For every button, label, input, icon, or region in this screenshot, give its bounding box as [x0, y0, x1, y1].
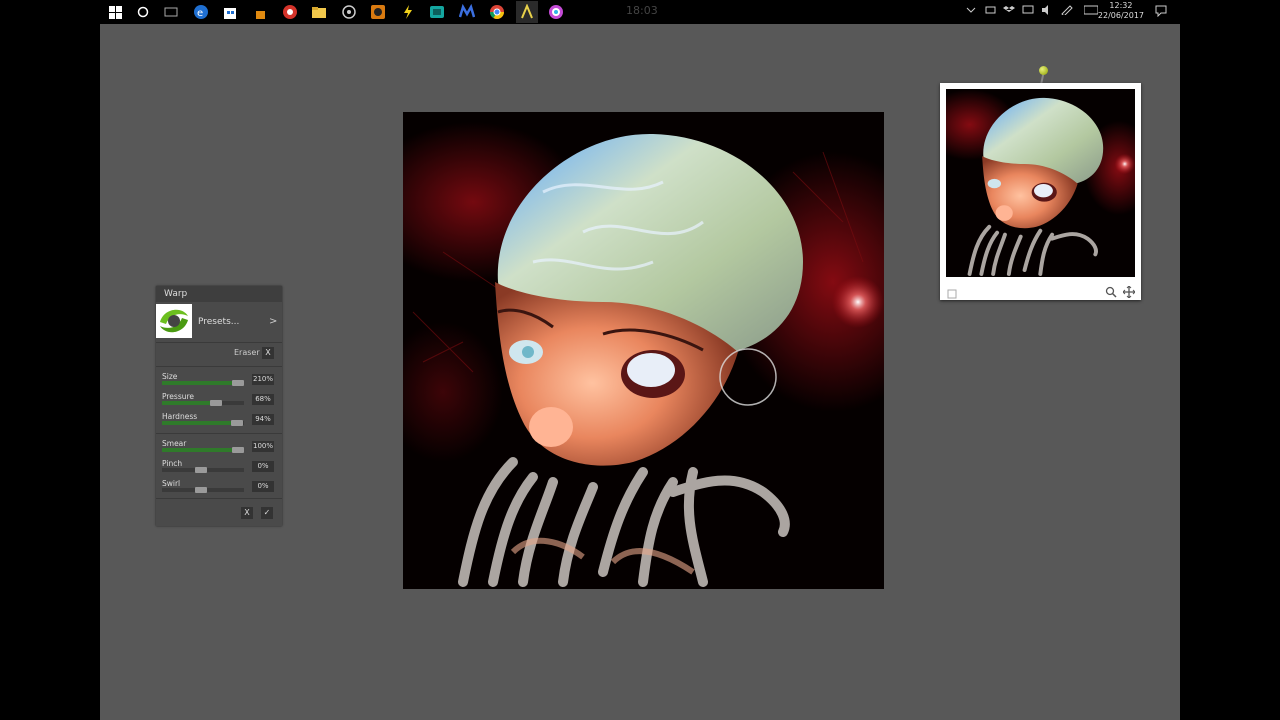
- notifications-icon[interactable]: [1155, 5, 1167, 20]
- cortana-icon[interactable]: [134, 3, 152, 21]
- slider-value[interactable]: 210%: [252, 374, 274, 385]
- slider-value[interactable]: 94%: [252, 414, 274, 425]
- chevron-up-icon[interactable]: [966, 5, 976, 18]
- slider-label: Pinch: [162, 459, 183, 468]
- warp-panel: Warp Presets... > Eraser X Size 210% Press…: [156, 286, 282, 526]
- ok-button[interactable]: ✓: [261, 507, 273, 519]
- warp-panel-header[interactable]: Warp: [156, 286, 282, 302]
- divider: [156, 342, 282, 343]
- task-view-icon[interactable]: [162, 3, 180, 21]
- slider-track[interactable]: [162, 467, 244, 473]
- move-icon[interactable]: [1122, 283, 1136, 302]
- reference-image: [946, 89, 1135, 277]
- slider-handle[interactable]: [231, 420, 244, 426]
- system-clock[interactable]: 12:32 22/06/2017: [1098, 1, 1144, 21]
- zoom-icon[interactable]: [1105, 283, 1117, 302]
- volume-icon[interactable]: [1041, 5, 1053, 18]
- slider-label: Size: [162, 372, 178, 381]
- reference-photo[interactable]: [940, 83, 1141, 300]
- slider-handle[interactable]: [231, 380, 244, 386]
- cancel-button[interactable]: X: [241, 507, 253, 519]
- edge-icon[interactable]: e: [192, 3, 210, 21]
- file-explorer-icon[interactable]: [310, 3, 328, 21]
- slider-track[interactable]: [162, 380, 244, 386]
- app-icon[interactable]: [547, 3, 565, 21]
- slider-track[interactable]: [162, 400, 244, 406]
- network-icon[interactable]: [1022, 5, 1034, 18]
- eraser-label: Eraser: [234, 348, 260, 357]
- clock-time: 12:32: [1109, 1, 1133, 10]
- dropbox-icon[interactable]: [1003, 5, 1015, 18]
- slider-fill: [162, 381, 240, 385]
- slider-handle[interactable]: [209, 400, 222, 406]
- settings-app-icon[interactable]: [340, 3, 358, 21]
- slider-track[interactable]: [162, 487, 244, 493]
- app-icon[interactable]: [428, 3, 446, 21]
- artrage-icon[interactable]: [516, 1, 538, 23]
- slider-value[interactable]: 0%: [252, 461, 274, 472]
- slider-handle[interactable]: [195, 487, 207, 493]
- chrome-icon[interactable]: [488, 3, 506, 21]
- presets-button[interactable]: Presets...: [198, 317, 239, 327]
- taskbar: e 18:03 12:32 22/06/2017: [0, 0, 1280, 24]
- slider-value[interactable]: 68%: [252, 394, 274, 405]
- slider-track[interactable]: [162, 420, 244, 426]
- app-icon[interactable]: [251, 3, 269, 21]
- divider: [156, 498, 282, 499]
- app-icon[interactable]: [369, 3, 387, 21]
- slider-label: Smear: [162, 439, 187, 448]
- warp-preset-icon: [156, 304, 192, 338]
- slider-value[interactable]: 100%: [252, 441, 274, 452]
- painting-canvas[interactable]: [403, 112, 884, 589]
- browser-icon[interactable]: [281, 3, 299, 21]
- slider-label: Hardness: [162, 412, 198, 421]
- slider-handle[interactable]: [195, 467, 207, 473]
- slider-track[interactable]: [162, 447, 244, 453]
- store-icon[interactable]: [221, 3, 239, 21]
- preset-thumbnail[interactable]: [156, 304, 192, 338]
- slider-label: Pressure: [162, 392, 195, 401]
- clock-date: 22/06/2017: [1097, 11, 1144, 20]
- eraser-toggle-button[interactable]: X: [262, 347, 274, 359]
- battery-icon[interactable]: [985, 5, 997, 18]
- svg-text:e: e: [197, 8, 203, 19]
- slider-value[interactable]: 0%: [252, 481, 274, 492]
- warp-panel-title: Warp: [164, 289, 188, 299]
- keyboard-icon[interactable]: [1083, 5, 1099, 18]
- slider-fill: [162, 421, 240, 425]
- pen-icon[interactable]: [1061, 5, 1073, 18]
- slider-handle[interactable]: [232, 447, 244, 453]
- checkbox-icon[interactable]: [947, 284, 957, 303]
- presets-arrow[interactable]: >: [269, 316, 277, 327]
- painting-artwork: [403, 112, 884, 589]
- app-icon[interactable]: [458, 3, 476, 21]
- slider-label: Swirl: [162, 479, 181, 488]
- start-icon[interactable]: [106, 3, 124, 21]
- pin-icon[interactable]: [1039, 66, 1048, 75]
- center-time: 18:03: [626, 4, 658, 17]
- app-icon[interactable]: [399, 3, 417, 21]
- divider: [156, 433, 282, 434]
- divider: [156, 366, 282, 367]
